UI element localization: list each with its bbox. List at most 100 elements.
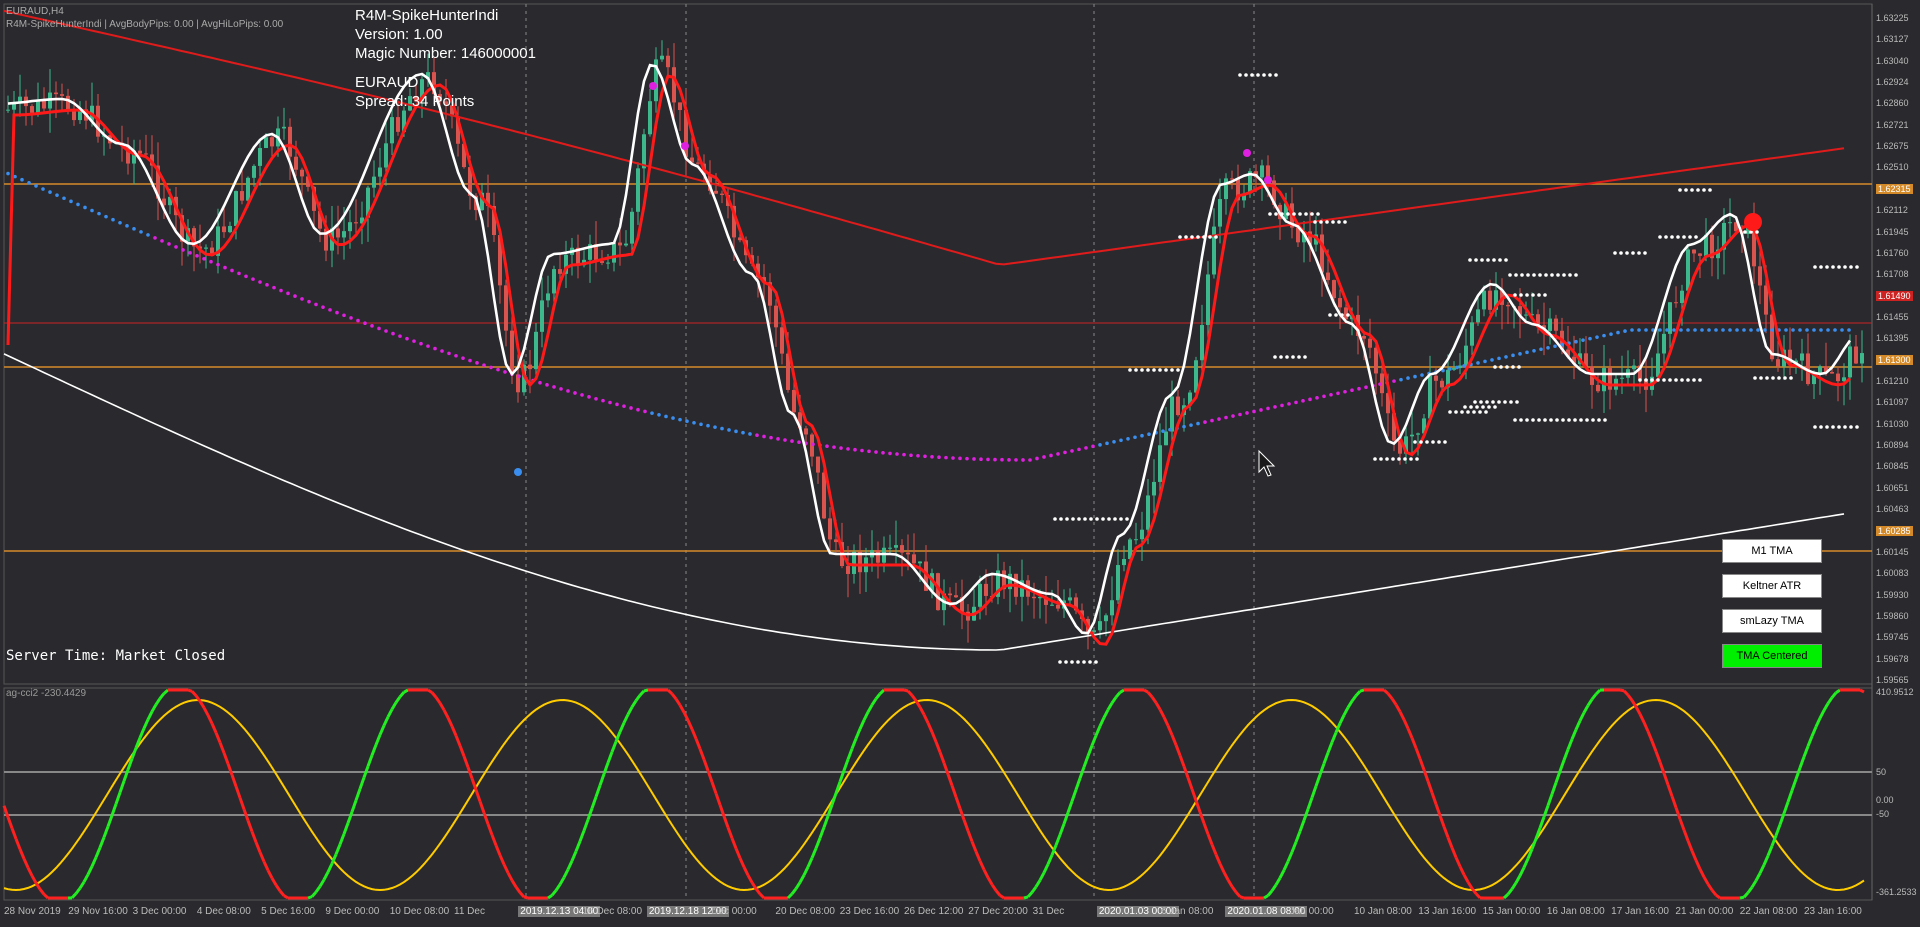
dotted-ma-point	[727, 428, 731, 432]
time-tick: 23 Jan 16:00	[1804, 906, 1862, 917]
price-tick: 1.61210	[1876, 376, 1909, 387]
dotted-ma-point	[713, 425, 717, 429]
candle-body	[1842, 377, 1846, 382]
sr-dot	[1819, 425, 1823, 429]
dotted-ma-point	[1833, 328, 1837, 332]
price-tick: 1.60845	[1876, 461, 1909, 472]
time-tick: 6 Jan 08:00	[1161, 906, 1214, 917]
candle-body	[1218, 199, 1222, 227]
dotted-ma-point	[650, 411, 654, 415]
keltner-atr-button-label: Keltner ATR	[1742, 580, 1802, 592]
sr-dot	[1316, 212, 1320, 216]
candle-body	[1620, 377, 1624, 379]
dotted-ma-point	[412, 339, 416, 343]
sr-dot	[1346, 313, 1350, 317]
dotted-ma-point	[706, 423, 710, 428]
dotted-ma-point	[776, 437, 780, 441]
dotted-ma-point	[1623, 329, 1627, 333]
m1-tma-button[interactable]: M1 TMA	[1722, 539, 1822, 563]
dotted-ma-point	[1196, 421, 1200, 426]
candle-body	[816, 456, 820, 473]
sr-dot	[1492, 258, 1496, 262]
price-chart[interactable]	[0, 0, 1920, 927]
sr-dot	[1537, 418, 1541, 422]
keltner-atr-button[interactable]: Keltner ATR	[1722, 574, 1822, 598]
dotted-ma-point	[1546, 345, 1550, 350]
dotted-ma-point	[1798, 328, 1802, 332]
sr-dot	[1486, 258, 1490, 262]
spike-arrow-marker	[1264, 176, 1272, 184]
dotted-ma-point	[55, 193, 59, 197]
sr-dot	[1567, 418, 1571, 422]
candle-body	[1212, 226, 1216, 275]
sr-dot	[1485, 400, 1489, 404]
sr-dot	[1491, 400, 1495, 404]
dotted-ma-point	[1000, 457, 1004, 462]
sr-dot	[1855, 425, 1859, 429]
dotted-ma-point	[97, 211, 101, 216]
candle-body	[60, 94, 64, 96]
candle-body	[912, 554, 916, 564]
dotted-ma-point	[1105, 441, 1109, 446]
dotted-ma-point	[1539, 347, 1543, 352]
dotted-ma-point	[1406, 376, 1410, 380]
dotted-ma-point	[398, 334, 402, 338]
sr-dot	[1077, 517, 1081, 521]
candle-body	[1674, 302, 1678, 304]
sr-dot	[1391, 457, 1395, 461]
sr-dot	[1513, 293, 1517, 297]
sr-dot	[1164, 368, 1168, 372]
dotted-ma-point	[1455, 365, 1459, 370]
candle-body	[648, 101, 652, 135]
dotted-ma-point	[734, 429, 738, 434]
candle-body	[1368, 338, 1372, 348]
dotted-ma-point	[1511, 353, 1515, 358]
dotted-ma-point	[1042, 455, 1046, 459]
sr-dot	[1644, 378, 1648, 382]
smlazy-tma-button[interactable]: smLazy TMA	[1722, 609, 1822, 633]
sr-dot	[1503, 400, 1507, 404]
dotted-ma-point	[1189, 423, 1193, 427]
sr-dot	[1448, 410, 1452, 414]
candle-body	[390, 117, 394, 144]
candle-body	[1110, 600, 1114, 616]
dotted-ma-point	[944, 455, 948, 460]
sr-dot	[1631, 251, 1635, 255]
chart-window[interactable]: EURAUD,H4 R4M-SpikeHunterIndi | AvgBodyP…	[0, 0, 1920, 927]
sr-dot	[1619, 251, 1623, 255]
dotted-ma-point	[1014, 458, 1018, 462]
price-tick: 1.63127	[1876, 34, 1909, 45]
dotted-ma-point	[1588, 336, 1592, 341]
sr-dot	[1531, 293, 1535, 297]
candle-body	[1692, 249, 1696, 254]
oscillator-main-segment	[427, 688, 433, 694]
oscillator-main-segment	[1619, 688, 1625, 693]
tma-centered-button[interactable]: TMA Centered	[1722, 644, 1822, 668]
candle-body	[906, 552, 910, 555]
sr-dot	[1549, 418, 1553, 422]
dotted-ma-point	[1007, 458, 1011, 462]
sr-dot	[1313, 220, 1317, 224]
candle-body	[1206, 274, 1210, 326]
dotted-ma-point	[237, 271, 241, 276]
candle-body	[1410, 434, 1414, 437]
candle-body	[780, 327, 784, 354]
dotted-ma-point	[216, 262, 220, 267]
candle-body	[396, 117, 400, 132]
time-tick: 20 Dec 08:00	[775, 906, 835, 917]
sr-dot	[1325, 220, 1329, 224]
price-tick: 1.60894	[1876, 440, 1909, 451]
sr-dot	[1071, 517, 1075, 521]
dotted-ma-point	[657, 413, 661, 417]
sr-dot	[1755, 230, 1759, 234]
candle-body	[240, 191, 244, 201]
candle-body	[1374, 347, 1378, 374]
dotted-ma-point	[265, 283, 269, 287]
candle-body	[1728, 222, 1732, 224]
oscillator-main-segment	[1023, 895, 1029, 900]
price-tick: 1.62924	[1876, 77, 1909, 88]
candle-body	[1176, 396, 1180, 416]
dotted-ma-point	[377, 326, 381, 331]
dotted-ma-point	[1420, 373, 1424, 377]
time-tick: 17 Jan 16:00	[1611, 906, 1669, 917]
